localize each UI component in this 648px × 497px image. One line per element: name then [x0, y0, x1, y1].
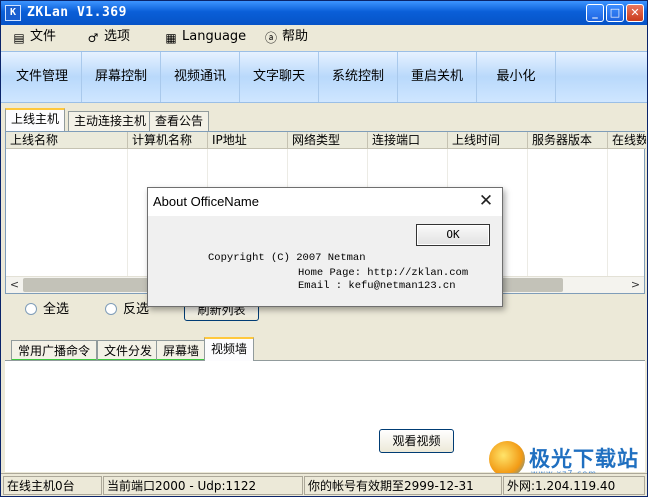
ok-button[interactable]: OK [416, 224, 490, 246]
scroll-left-icon[interactable]: < [6, 277, 23, 293]
window-title: ZKLan V1.369 [27, 5, 127, 20]
toolbar-restart-shutdown[interactable]: 重启关机 [398, 52, 477, 102]
select-all-label: 全选 [43, 302, 70, 317]
menu-help[interactable]: ⓐ 帮助 [263, 28, 308, 46]
title-bar[interactable]: K ZKLan V1.369 _ □ ✕ [1, 1, 647, 25]
status-external-ip: 外网:1.204.119.40 [503, 476, 645, 495]
toolbar-video-chat[interactable]: 视频通讯 [161, 52, 240, 102]
col-connect-port[interactable]: 连接端口 [368, 132, 448, 148]
menu-options[interactable]: ♂ 选项 [85, 28, 130, 46]
col-online-time[interactable]: 上线时间 [448, 132, 528, 148]
grid-line [127, 149, 128, 277]
tab-online-hosts[interactable]: 上线主机 [5, 108, 66, 131]
help-menu-icon: ⓐ [264, 31, 277, 45]
tab-announcements[interactable]: 查看公告 [149, 111, 210, 131]
menu-file-label: 文件 [30, 29, 57, 44]
status-bar: 在线主机0台 当前端口2000 - Udp:1122 你的帐号有效期至2999-… [1, 473, 647, 496]
tab-file-distribution[interactable]: 文件分发 [97, 340, 160, 361]
about-dialog-close-icon[interactable]: ✕ [476, 191, 496, 211]
menu-file[interactable]: ▤ 文件 [11, 28, 56, 46]
menu-help-label: 帮助 [282, 29, 309, 44]
grid-line [607, 149, 608, 277]
toolbar-minimize[interactable]: 最小化 [477, 52, 556, 102]
radio-circle-icon [105, 303, 117, 315]
main-tabs: 上线主机 主动连接主机 查看公告 [1, 107, 647, 131]
language-menu-icon: ▦ [165, 31, 177, 45]
status-ports: 当前端口2000 - Udp:1122 [103, 476, 303, 495]
about-dialog-titlebar[interactable]: About OfficeName ✕ [148, 188, 502, 216]
select-all-radio[interactable]: 全选 [25, 302, 69, 318]
minimize-button[interactable]: _ [586, 4, 604, 22]
watermark-logo-icon [489, 441, 525, 477]
menu-language-label: Language [182, 29, 247, 44]
command-tabs: 常用广播命令 文件分发 屏幕墙 视频墙 [1, 335, 647, 361]
host-list-header: 上线名称 计算机名称 IP地址 网络类型 连接端口 上线时间 服务器版本 在线数 [6, 132, 646, 149]
tab-active-connect[interactable]: 主动连接主机 [68, 111, 153, 131]
about-homepage: Home Page: http://zklan.com [298, 267, 469, 279]
invert-select-radio[interactable]: 反选 [105, 302, 149, 318]
toolbar-system-control[interactable]: 系统控制 [319, 52, 398, 102]
col-server-version[interactable]: 服务器版本 [528, 132, 608, 148]
toolbar: 文件管理 屏幕控制 视频通讯 文字聊天 系统控制 重启关机 最小化 [1, 51, 647, 103]
tab-video-wall[interactable]: 视频墙 [204, 337, 255, 361]
about-dialog: About OfficeName ✕ OK Copyright (C) 2007… [147, 187, 503, 307]
tab-broadcast-commands[interactable]: 常用广播命令 [11, 340, 98, 361]
tab-screen-wall[interactable]: 屏幕墙 [156, 340, 207, 361]
status-expiry: 你的帐号有效期至2999-12-31 [304, 476, 502, 495]
toolbar-text-chat[interactable]: 文字聊天 [240, 52, 319, 102]
scroll-right-icon[interactable]: > [627, 277, 644, 293]
status-online-count: 在线主机0台 [3, 476, 102, 495]
maximize-button[interactable]: □ [606, 4, 624, 22]
col-online-name[interactable]: 上线名称 [6, 132, 128, 148]
col-computer-name[interactable]: 计算机名称 [128, 132, 208, 148]
file-menu-icon: ▤ [13, 31, 25, 45]
toolbar-file-manage[interactable]: 文件管理 [3, 52, 82, 102]
close-button[interactable]: ✕ [626, 4, 644, 22]
radio-circle-icon [25, 303, 37, 315]
menu-language[interactable]: ▦ Language [163, 28, 246, 46]
about-email: Email : kefu@netman123.cn [298, 280, 456, 292]
menu-options-label: 选项 [104, 29, 131, 44]
options-menu-icon: ♂ [87, 31, 99, 45]
watch-video-button[interactable]: 观看视频 [379, 429, 454, 453]
invert-select-label: 反选 [123, 302, 150, 317]
menu-bar: ▤ 文件 ♂ 选项 ▦ Language ⓐ 帮助 [1, 25, 647, 49]
col-online-count[interactable]: 在线数 [608, 132, 646, 148]
about-copyright: Copyright (C) 2007 Netman [208, 252, 366, 264]
col-network-type[interactable]: 网络类型 [288, 132, 368, 148]
grid-line [527, 149, 528, 277]
toolbar-screen-control[interactable]: 屏幕控制 [82, 52, 161, 102]
col-ip-address[interactable]: IP地址 [208, 132, 288, 148]
app-icon: K [5, 5, 21, 21]
about-dialog-title: About OfficeName [153, 194, 259, 209]
app-window: K ZKLan V1.369 _ □ ✕ ▤ 文件 ♂ 选项 ▦ Language ⓐ… [0, 0, 648, 497]
